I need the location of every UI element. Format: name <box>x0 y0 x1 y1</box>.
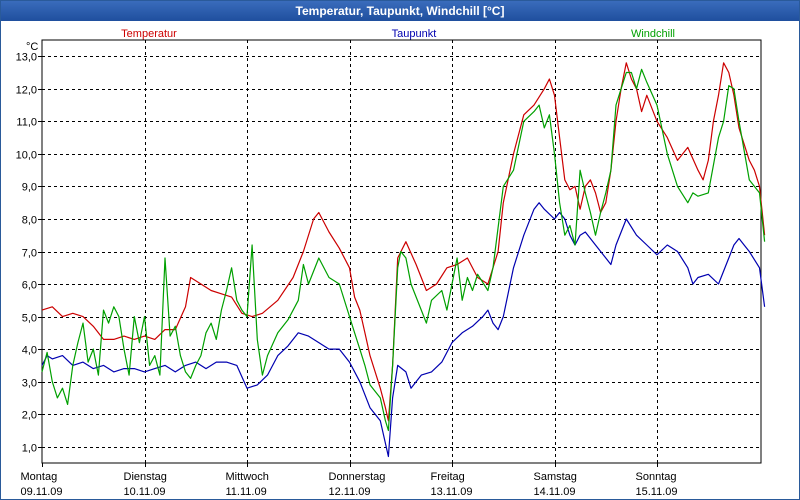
legend-taupunkt: Taupunkt <box>392 28 437 40</box>
x-tick-date-label: 12.11.09 <box>329 486 371 498</box>
x-tick-day-label: Samstag <box>534 471 577 483</box>
x-tick-date-label: 15.11.09 <box>636 486 678 498</box>
y-tick-label: 8,0 <box>22 215 37 227</box>
x-tick-date-label: 11.11.09 <box>226 486 267 498</box>
y-tick-label: 5,0 <box>22 313 37 325</box>
x-tick-day-label: Sonntag <box>636 471 677 483</box>
x-tick-date-label: 10.11.09 <box>124 486 166 498</box>
y-tick-label: 11,0 <box>16 117 37 129</box>
y-tick-label: 1,0 <box>22 443 37 455</box>
y-tick-label: 6,0 <box>22 280 37 292</box>
y-tick-label: 10,0 <box>16 150 37 162</box>
y-tick-label: 7,0 <box>22 248 37 260</box>
y-tick-label: 4,0 <box>22 345 37 357</box>
chart-window: Temperatur, Taupunkt, Windchill [°C] 1,0… <box>0 0 800 500</box>
y-tick-label: 9,0 <box>22 182 37 194</box>
x-tick-day-label: Freitag <box>431 471 465 483</box>
x-tick-date-label: 14.11.09 <box>534 486 576 498</box>
x-tick-day-label: Mittwoch <box>226 471 269 483</box>
legend-temperatur: Temperatur <box>121 28 177 40</box>
x-tick-day-label: Montag <box>21 471 58 483</box>
x-tick-day-label: Donnerstag <box>329 471 386 483</box>
x-tick-date-label: 09.11.09 <box>21 486 63 498</box>
x-tick-day-label: Dienstag <box>124 471 167 483</box>
y-tick-label: 12,0 <box>16 85 37 97</box>
chart-svg: 1,0 2,0 3,0 4,0 5,0 6,0 7,0 8,0 9,0 10,0 11,0 12,0 1… <box>16 28 766 498</box>
x-tick-date-label: 13.11.09 <box>431 486 473 498</box>
y-tick-label: 3,0 <box>22 378 37 390</box>
y-tick-label: 2,0 <box>22 410 37 422</box>
y-unit-label: °C <box>26 41 38 53</box>
y-tick-label: 13,0 <box>16 52 37 64</box>
legend-windchill: Windchill <box>631 28 675 40</box>
